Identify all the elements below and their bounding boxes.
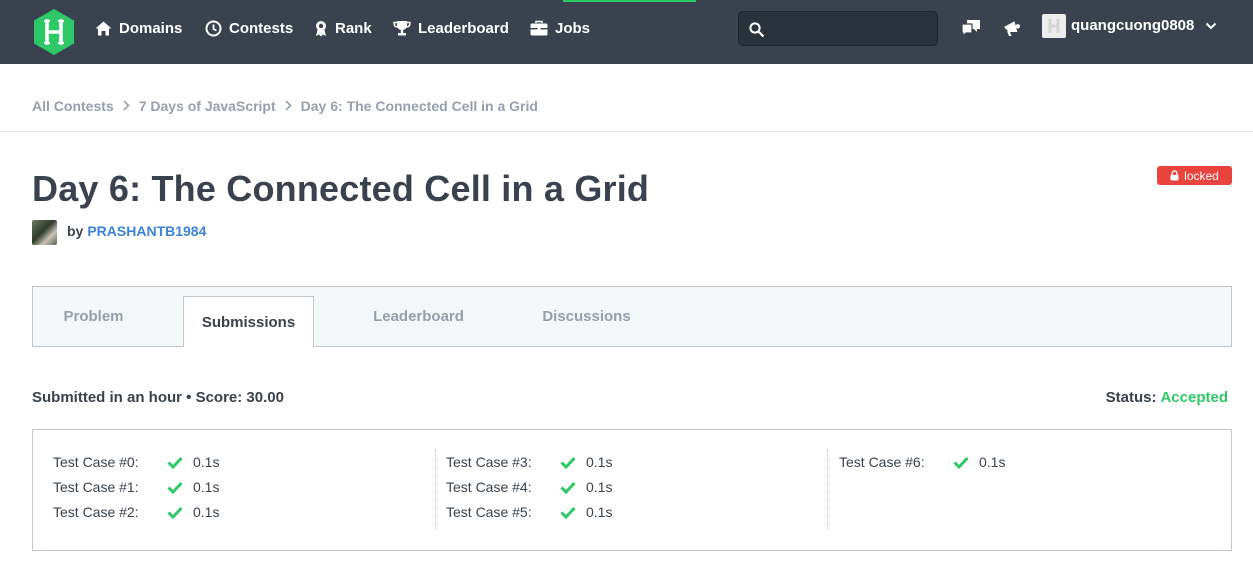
submission-status: Status: Accepted (1106, 389, 1228, 406)
lock-icon (1170, 170, 1179, 181)
nav-leaderboard-label: Leaderboard (418, 19, 509, 37)
test-case-time: 0.1s (979, 454, 1006, 470)
locked-badge: locked (1157, 166, 1232, 185)
search-icon (749, 22, 764, 37)
breadcrumb-challenge[interactable]: Day 6: The Connected Cell in a Grid (301, 98, 538, 114)
top-navbar: Domains Contests Rank Leaderboard Jobs q… (0, 0, 1253, 64)
challenge-tabs: Problem Submissions Leaderboard Discussi… (32, 286, 1232, 347)
nav-rank[interactable]: Rank (314, 18, 372, 38)
tab-problem[interactable]: Problem (33, 287, 154, 346)
tab-submissions[interactable]: Submissions (183, 296, 314, 347)
test-case-row: Test Case #1: 0.1s (53, 477, 219, 497)
status-value: Accepted (1160, 389, 1228, 406)
test-case-label: Test Case #1: (53, 479, 139, 495)
nav-jobs[interactable]: Jobs (530, 18, 590, 38)
test-case-row: Test Case #5: 0.1s (446, 502, 612, 522)
check-icon (560, 481, 576, 494)
nav-domains-label: Domains (119, 19, 183, 37)
test-case-column: Test Case #3: 0.1s Test Case #4: 0.1s Te… (435, 450, 827, 530)
test-case-time: 0.1s (586, 454, 613, 470)
test-case-label: Test Case #0: (53, 454, 139, 470)
locked-label: locked (1184, 168, 1219, 183)
notifications-button[interactable] (1001, 17, 1023, 39)
megaphone-icon (1004, 20, 1020, 36)
search-input[interactable] (771, 12, 931, 45)
test-case-label: Test Case #2: (53, 504, 139, 520)
test-case-label: Test Case #3: (446, 454, 532, 470)
messages-button[interactable] (960, 17, 982, 39)
test-case-row: Test Case #4: 0.1s (446, 477, 612, 497)
test-case-time: 0.1s (586, 479, 613, 495)
user-avatar[interactable] (1042, 14, 1066, 38)
nav-domains[interactable]: Domains (95, 18, 182, 38)
author-avatar[interactable] (32, 220, 57, 245)
test-case-time: 0.1s (193, 454, 220, 470)
nav-jobs-label: Jobs (555, 19, 591, 37)
page-title: Day 6: The Connected Cell in a Grid (32, 168, 650, 209)
test-case-column: Test Case #0: 0.1s Test Case #1: 0.1s Te… (53, 450, 435, 530)
test-case-results: Test Case #0: 0.1s Test Case #1: 0.1s Te… (32, 429, 1232, 551)
tab-discussions[interactable]: Discussions (519, 287, 654, 346)
chevron-down-icon[interactable] (1205, 18, 1217, 36)
home-icon (95, 21, 112, 35)
breadcrumb-contest[interactable]: 7 Days of JavaScript (139, 98, 276, 114)
tab-problem-label: Problem (63, 308, 124, 325)
chevron-right-icon (123, 98, 130, 114)
tab-submissions-label: Submissions (201, 313, 296, 331)
clock-icon (205, 20, 222, 36)
header-divider (0, 131, 1253, 132)
nav-leaderboard[interactable]: Leaderboard (393, 18, 509, 38)
chevron-right-icon (285, 98, 292, 114)
medal-icon (316, 20, 326, 36)
breadcrumb: All Contests 7 Days of JavaScript Day 6:… (32, 96, 538, 116)
breadcrumb-all-contests[interactable]: All Contests (32, 98, 114, 114)
check-icon (560, 456, 576, 469)
submission-summary: Submitted in an hour • Score: 30.00 (32, 389, 284, 406)
check-icon (167, 481, 183, 494)
nav-contests-label: Contests (229, 19, 294, 37)
username-label[interactable]: quangcuong0808 (1071, 17, 1194, 34)
chat-icon (961, 20, 980, 38)
check-icon (953, 456, 969, 469)
check-icon (560, 506, 576, 519)
test-case-row: Test Case #3: 0.1s (446, 452, 612, 472)
test-case-label: Test Case #5: (446, 504, 532, 520)
test-case-column: Test Case #6: 0.1s (827, 450, 1207, 530)
test-case-label: Test Case #6: (839, 454, 925, 470)
nav-contests[interactable]: Contests (205, 18, 293, 38)
tab-leaderboard-label: Leaderboard (373, 308, 464, 325)
check-icon (167, 506, 183, 519)
tab-discussions-label: Discussions (542, 308, 631, 325)
test-case-time: 0.1s (193, 479, 220, 495)
test-case-row: Test Case #6: 0.1s (839, 452, 1005, 472)
author-line: by PRASHANTB1984 (67, 223, 206, 239)
trophy-icon (393, 21, 411, 36)
by-label: by (67, 223, 84, 239)
test-case-label: Test Case #4: (446, 479, 532, 495)
author-link[interactable]: PRASHANTB1984 (87, 223, 206, 239)
nav-accent-line (563, 0, 696, 2)
tab-leaderboard[interactable]: Leaderboard (351, 287, 486, 346)
status-label: Status: (1105, 389, 1157, 406)
test-case-time: 0.1s (586, 504, 613, 520)
nav-rank-label: Rank (335, 19, 372, 37)
test-case-row: Test Case #2: 0.1s (53, 502, 219, 522)
check-icon (167, 456, 183, 469)
test-case-time: 0.1s (193, 504, 220, 520)
test-case-row: Test Case #0: 0.1s (53, 452, 219, 472)
briefcase-icon (530, 20, 548, 36)
search-box[interactable] (738, 11, 938, 46)
hackerrank-logo[interactable] (32, 8, 76, 56)
